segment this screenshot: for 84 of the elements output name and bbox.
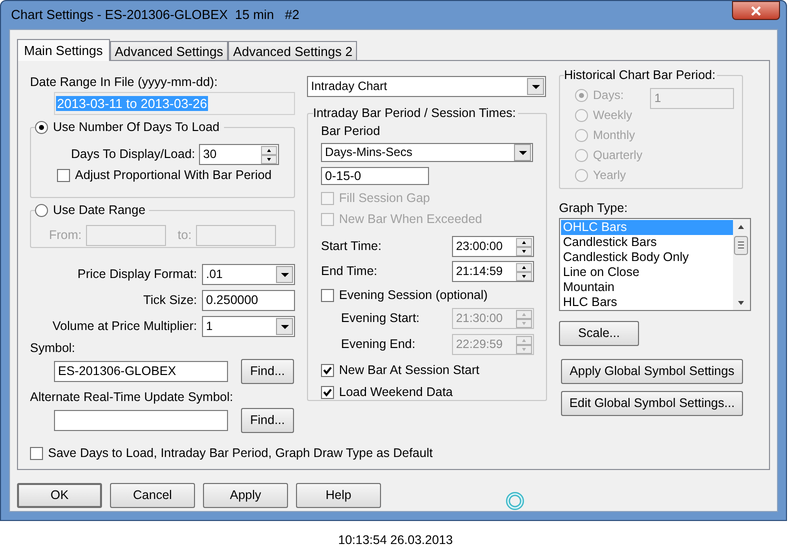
spin-field[interactable]: 21:14:59 <box>452 261 534 282</box>
field-label: Days To Display/Load: <box>71 147 196 162</box>
list-item[interactable]: HLC Bars <box>561 295 733 310</box>
radio-label: Yearly <box>593 168 626 183</box>
close-icon <box>751 6 761 16</box>
button[interactable]: OK <box>17 482 102 508</box>
checkbox[interactable] <box>321 386 334 399</box>
checkbox-label: New Bar When Exceeded <box>339 212 482 227</box>
dropdown-field[interactable]: Intraday Chart <box>307 76 546 97</box>
spin-field[interactable]: 30 <box>199 144 280 165</box>
radio-label: Use Number Of Days To Load <box>53 120 220 135</box>
button[interactable]: Scale... <box>559 321 639 346</box>
spin-arrows-icon[interactable] <box>516 238 532 256</box>
field-label: Symbol: <box>30 341 76 356</box>
field-label: Date Range In File (yyyy-mm-dd): <box>30 75 219 90</box>
busy-spinner-icon <box>505 491 525 511</box>
field-label: From: <box>49 228 82 242</box>
field-label: Graph Type: <box>559 201 629 216</box>
close-button[interactable] <box>732 1 780 20</box>
caret-icon <box>518 150 526 154</box>
checkbox-label: Save Days to Load, Intraday Bar Period, Graph Draw Type as Default <box>48 446 433 461</box>
radio-button[interactable] <box>35 204 48 217</box>
field-label: Evening Start: <box>341 311 420 326</box>
checkbox[interactable] <box>57 169 70 182</box>
radio-label: Quarterly <box>593 148 642 163</box>
checkbox-label: Evening Session (optional) <box>339 288 488 303</box>
checkbox-label: Adjust Proportional With Bar Period <box>75 168 272 183</box>
timestamp: 10:13:54 26.03.2013 <box>338 533 453 548</box>
field-label: Start Time: <box>321 239 382 254</box>
field-label: Bar Period <box>321 124 382 139</box>
spin-arrows-icon[interactable] <box>516 262 532 280</box>
input-field[interactable]: ES-201306-GLOBEX <box>54 361 228 382</box>
button[interactable]: Apply <box>203 482 288 508</box>
field-label: to: <box>178 228 192 242</box>
spin-arrows-icon <box>516 336 532 354</box>
list-item[interactable]: Mountain <box>561 280 733 295</box>
button[interactable]: Find... <box>241 359 294 384</box>
button[interactable]: Find... <box>241 408 294 433</box>
spin-arrows-icon <box>516 310 532 328</box>
window-title: Chart Settings - ES-201306-GLOBEX 15 min #2 <box>11 7 300 22</box>
caret-icon <box>280 272 288 276</box>
checkbox[interactable] <box>321 364 334 377</box>
list-item[interactable]: Candlestick Bars <box>561 235 733 250</box>
list-item[interactable]: Line on Close <box>561 265 733 280</box>
field-label: Evening End: <box>341 337 416 352</box>
button[interactable]: Edit Global Symbol Settings... <box>561 391 743 416</box>
radio-label: Weekly <box>593 108 632 123</box>
spin-field: 22:29:59 <box>452 334 534 355</box>
dropdown-field[interactable]: 1 <box>202 316 295 337</box>
checkbox[interactable] <box>321 289 334 302</box>
spin-arrows-icon[interactable] <box>261 146 278 164</box>
field-label: End Time: <box>321 264 378 279</box>
button[interactable]: Cancel <box>110 482 195 508</box>
scrollbar-icon[interactable] <box>733 219 750 310</box>
list-item[interactable]: Candlestick Body Only <box>561 250 733 265</box>
caret-icon <box>280 324 288 328</box>
radio-label: Days: <box>593 88 624 103</box>
button[interactable]: Apply Global Symbol Settings <box>561 359 743 384</box>
button[interactable]: Help <box>296 482 381 508</box>
tab[interactable]: Main Settings <box>17 39 110 61</box>
dropdown-field[interactable]: Days-Mins-Secs <box>321 143 533 162</box>
selected-text: 2013-03-11 to 2013-03-26 <box>56 96 208 111</box>
checkbox[interactable] <box>30 447 43 460</box>
spin-field[interactable]: 23:00:00 <box>452 236 534 257</box>
input-field[interactable] <box>54 410 228 431</box>
dropdown-field[interactable]: .01 <box>202 264 295 285</box>
radio-button[interactable] <box>35 121 48 134</box>
radio-label: Use Date Range <box>53 203 146 218</box>
tab[interactable]: Advanced Settings 2 <box>228 41 358 60</box>
checkbox-label: New Bar At Session Start <box>339 363 480 378</box>
field-label: Tick Size: <box>143 293 197 308</box>
field-label: Price Display Format: <box>78 267 197 282</box>
field-label: Alternate Real-Time Update Symbol: <box>30 390 234 405</box>
spin-field: 21:30:00 <box>452 308 534 329</box>
tab[interactable]: Advanced Settings <box>110 41 228 60</box>
input-field[interactable]: 0-15-0 <box>321 167 429 185</box>
input-field[interactable]: 0.250000 <box>202 290 295 311</box>
input-field: 1 <box>650 88 734 109</box>
radio-label: Monthly <box>593 128 636 143</box>
checkbox-label: Load Weekend Data <box>339 385 453 400</box>
caret-icon <box>532 84 540 88</box>
group-title: Intraday Bar Period / Session Times: <box>313 106 518 121</box>
checkbox-label: Fill Session Gap <box>339 191 430 206</box>
field-label: Volume at Price Multiplier: <box>52 319 197 334</box>
